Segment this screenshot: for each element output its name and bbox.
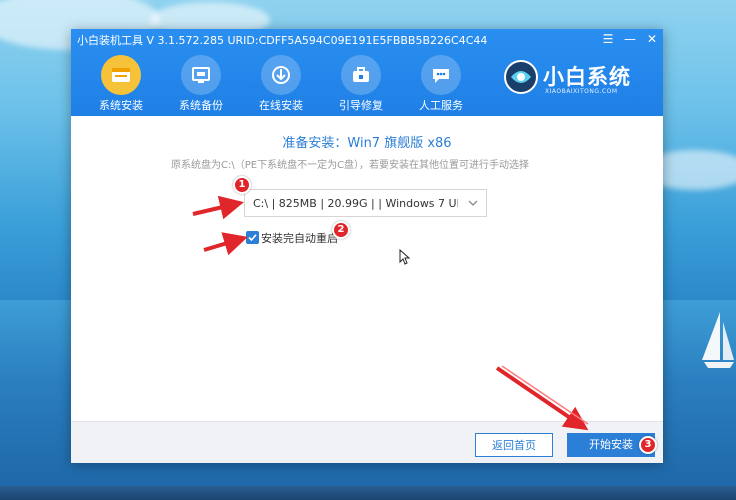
sailboat-image: [702, 312, 734, 368]
nav-online-install[interactable]: 在线安装: [251, 53, 311, 115]
menu-icon[interactable]: ☰: [599, 31, 617, 47]
installer-window: 小白装机工具 V 3.1.572.285 URID:CDFF5A594C09E1…: [71, 29, 663, 463]
footer-bar: 返回首页 开始安装: [71, 421, 663, 463]
chevron-down-icon: [468, 200, 478, 206]
target-partition-value: C:\ | 825MB | 20.99G | | Windows 7 Ulti: [253, 197, 458, 210]
nav-label: 引导修复: [339, 99, 383, 112]
auto-reboot-label: 安装完自动重启: [261, 232, 338, 245]
step-marker-1: 1: [233, 176, 251, 194]
target-partition-select[interactable]: C:\ | 825MB | 20.99G | | Windows 7 Ulti: [244, 189, 487, 217]
online-install-icon: [261, 55, 301, 95]
window-title: 小白装机工具 V 3.1.572.285 URID:CDFF5A594C09E1…: [77, 34, 488, 47]
step-marker-2: 2: [332, 221, 350, 239]
brand-url: XIAOBAIXITONG.COM: [545, 88, 618, 95]
auto-reboot-checkbox[interactable]: [246, 231, 259, 244]
brand-name: 小白系统: [543, 65, 631, 89]
nav-support[interactable]: 人工服务: [411, 53, 471, 115]
nav-label: 系统备份: [179, 99, 223, 112]
system-backup-icon: [181, 55, 221, 95]
brand: 小白系统 XIAOBAIXITONG.COM: [503, 57, 653, 101]
checkmark-icon: [248, 234, 257, 242]
close-button[interactable]: ✕: [643, 31, 661, 47]
mouse-cursor-icon: [399, 249, 411, 265]
step-marker-3: 3: [639, 436, 657, 454]
nav-boot-repair[interactable]: 引导修复: [331, 53, 391, 115]
boot-repair-icon: [341, 55, 381, 95]
brand-logo-icon: [504, 60, 538, 94]
nav-system-backup[interactable]: 系统备份: [171, 53, 231, 115]
system-install-icon: [101, 55, 141, 95]
nav-label: 在线安装: [259, 99, 303, 112]
install-panel: 准备安装：Win7 旗舰版 x86 原系统盘为C:\（PE下系统盘不一定为C盘）…: [71, 116, 663, 463]
back-home-button[interactable]: 返回首页: [475, 433, 553, 457]
nav-label: 系统安装: [99, 99, 143, 112]
nav-label: 人工服务: [419, 99, 463, 112]
nav-system-install[interactable]: 系统安装: [91, 53, 151, 115]
title-bar: 小白装机工具 V 3.1.572.285 URID:CDFF5A594C09E1…: [71, 29, 663, 49]
install-heading: 准备安装：Win7 旗舰版 x86: [282, 136, 452, 151]
support-chat-icon: [421, 55, 461, 95]
window-header: 小白装机工具 V 3.1.572.285 URID:CDFF5A594C09E1…: [71, 29, 663, 116]
minimize-button[interactable]: —: [621, 31, 639, 47]
install-hint: 原系统盘为C:\（PE下系统盘不一定为C盘），若要安装在其他位置可进行手动选择: [171, 160, 530, 171]
taskbar: [0, 486, 736, 500]
